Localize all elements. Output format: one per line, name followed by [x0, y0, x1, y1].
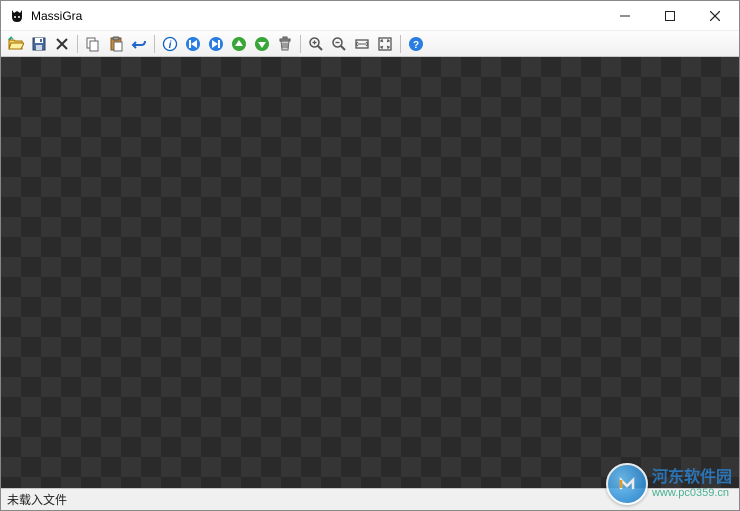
statusbar: 未载入文件 — [1, 488, 739, 510]
svg-text:?: ? — [413, 40, 419, 51]
close-button[interactable] — [692, 2, 737, 30]
paste-button[interactable] — [105, 33, 127, 55]
window-controls — [602, 2, 737, 30]
actual-size-button[interactable] — [351, 33, 373, 55]
first-button[interactable] — [182, 33, 204, 55]
copy-button[interactable] — [82, 33, 104, 55]
titlebar: MassiGra — [1, 1, 739, 31]
recycle-button[interactable] — [274, 33, 296, 55]
status-message: 未载入文件 — [7, 491, 67, 508]
fit-window-button[interactable] — [374, 33, 396, 55]
minimize-button[interactable] — [602, 2, 647, 30]
open-button[interactable] — [5, 33, 27, 55]
next-folder-button[interactable] — [251, 33, 273, 55]
help-button[interactable]: ? — [405, 33, 427, 55]
undo-button[interactable] — [128, 33, 150, 55]
app-icon — [9, 8, 25, 24]
window-title: MassiGra — [31, 9, 602, 23]
toolbar-separator — [400, 35, 401, 53]
toolbar-separator — [300, 35, 301, 53]
toolbar: i ? — [1, 31, 739, 57]
toolbar-separator — [154, 35, 155, 53]
delete-button[interactable] — [51, 33, 73, 55]
svg-text:i: i — [169, 40, 172, 51]
last-button[interactable] — [205, 33, 227, 55]
info-button[interactable]: i — [159, 33, 181, 55]
image-canvas[interactable] — [1, 57, 739, 488]
prev-folder-button[interactable] — [228, 33, 250, 55]
toolbar-separator — [77, 35, 78, 53]
zoom-in-button[interactable] — [305, 33, 327, 55]
save-button[interactable] — [28, 33, 50, 55]
maximize-button[interactable] — [647, 2, 692, 30]
zoom-out-button[interactable] — [328, 33, 350, 55]
